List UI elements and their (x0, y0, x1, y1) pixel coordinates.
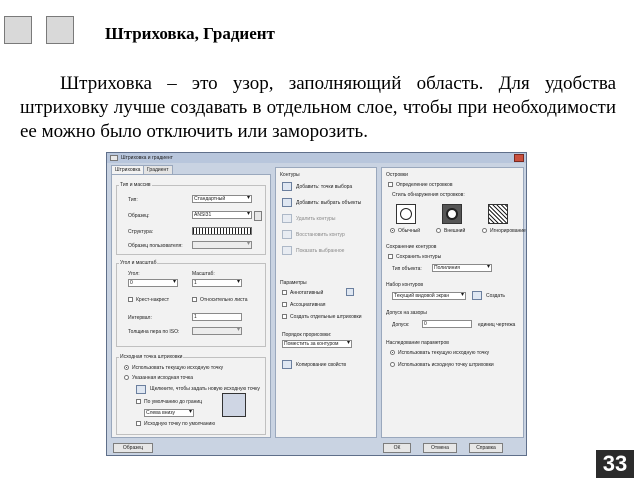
info-icon (346, 288, 354, 296)
normal-radio[interactable] (390, 228, 395, 233)
inherit-label[interactable]: Копирование свойств (296, 362, 346, 368)
origin-current-radio[interactable] (124, 365, 129, 370)
cancel-button[interactable]: Отмена (423, 443, 457, 453)
slide-title: Штриховка, Градиент (105, 24, 275, 43)
add-objects-label[interactable]: Добавить: выбрать объекты (296, 200, 361, 206)
recreate-contour-label[interactable]: Восстановить контур (296, 232, 345, 238)
add-points-icon[interactable] (282, 182, 292, 191)
draw-order-select[interactable]: Поместить за контуром (282, 340, 352, 348)
object-type-select[interactable]: Полилиния (432, 264, 492, 272)
angle-select[interactable]: 0 (128, 279, 178, 287)
origin-specified-radio[interactable] (124, 375, 129, 380)
ok-button[interactable]: ОК (383, 443, 411, 453)
type-select[interactable]: Стандартный (192, 195, 252, 203)
remove-contours-label[interactable]: Удалить контуры (296, 216, 335, 222)
islands-panel: Островки Определение островков Стиль обн… (381, 167, 526, 438)
hatch-dialog: Штриховка и градиент Штриховка Градиент … (106, 152, 527, 456)
separate-checkbox[interactable] (282, 314, 287, 319)
recreate-contour-icon[interactable] (282, 230, 292, 239)
outer-radio[interactable] (436, 228, 441, 233)
slide-paragraph: Штриховка – это узор, заполняющий област… (20, 73, 616, 142)
paper-checkbox[interactable] (192, 297, 197, 302)
pattern-browse-button[interactable] (254, 211, 262, 221)
cross-checkbox[interactable] (128, 297, 133, 302)
new-boundary-icon[interactable] (472, 291, 482, 300)
structure-swatch[interactable] (192, 227, 252, 235)
page-number: 33 (596, 450, 634, 478)
view-selection-label[interactable]: Показать выбранное (296, 248, 344, 254)
add-objects-icon[interactable] (282, 198, 292, 207)
dialog-titlebar: Штриховка и градиент (107, 153, 526, 163)
default-boundary-checkbox[interactable] (136, 399, 141, 404)
associative-checkbox[interactable] (282, 302, 287, 307)
annotative-checkbox[interactable] (282, 290, 287, 295)
tab-hatch[interactable]: Штриховка (111, 165, 145, 174)
dialog-title: Штриховка и градиент (121, 155, 173, 161)
remove-contours-icon[interactable] (282, 214, 292, 223)
hatch-panel: Тип и массив Тип: Стандартный Образец: A… (111, 174, 271, 438)
gap-field[interactable]: 0 (422, 320, 472, 328)
preview-button[interactable]: Образец (113, 443, 153, 453)
inherit-icon[interactable] (282, 360, 292, 369)
help-button[interactable]: Справка (469, 443, 503, 453)
hatch-edit-icon (46, 16, 74, 44)
hatch-icon (4, 16, 32, 44)
island-ignore-icon[interactable] (488, 204, 508, 224)
pick-origin-icon[interactable] (136, 385, 146, 394)
inherit-current-radio[interactable] (390, 350, 395, 355)
store-origin-checkbox[interactable] (136, 421, 141, 426)
app-icon (110, 155, 118, 161)
new-boundary-label[interactable]: Создать (486, 293, 505, 299)
detect-islands-checkbox[interactable] (388, 182, 393, 187)
origin-position-select[interactable]: Слева внизу (144, 409, 194, 417)
contours-panel: Контуры Добавить: точки выбора Добавить:… (275, 167, 377, 438)
scale-select[interactable]: 1 (192, 279, 242, 287)
ignore-radio[interactable] (482, 228, 487, 233)
pattern-select[interactable]: ANSI31 (192, 211, 252, 219)
view-selection-icon[interactable] (282, 246, 292, 255)
tab-gradient[interactable]: Градиент (143, 165, 173, 174)
interval-field[interactable]: 1 (192, 313, 242, 321)
retain-checkbox[interactable] (388, 254, 393, 259)
add-points-label[interactable]: Добавить: точки выбора (296, 184, 352, 190)
boundary-set-select[interactable]: Текущий видовой экран (392, 292, 466, 300)
origin-preview-icon (222, 393, 246, 417)
island-outer-icon[interactable] (442, 204, 462, 224)
iso-pen-select[interactable] (192, 327, 242, 335)
custom-pattern-select[interactable] (192, 241, 252, 249)
inherit-source-radio[interactable] (390, 362, 395, 367)
island-normal-icon[interactable] (396, 204, 416, 224)
close-icon[interactable] (514, 154, 524, 162)
